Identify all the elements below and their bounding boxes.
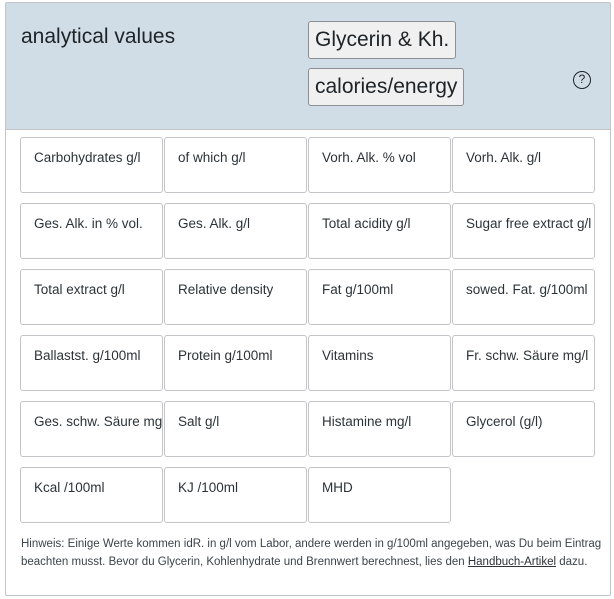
vorh-alk-percent-field[interactable]: Vorh. Alk. % vol	[308, 137, 451, 193]
fat-field[interactable]: Fat g/100ml	[308, 269, 451, 325]
protein-field[interactable]: Protein g/100ml	[164, 335, 307, 391]
total-extract-field[interactable]: Total extract g/l	[20, 269, 163, 325]
carbohydrates-field[interactable]: Carbohydrates g/l	[20, 137, 163, 193]
vitamins-field[interactable]: Vitamins	[308, 335, 451, 391]
relative-density-field[interactable]: Relative density	[164, 269, 307, 325]
vorh-alk-gl-field[interactable]: Vorh. Alk. g/l	[452, 137, 595, 193]
hint-note: Hinweis: Einige Werte kommen idR. in g/l…	[21, 535, 603, 571]
total-sulfurous-acid-field[interactable]: Ges. schw. Säure mg/l	[20, 401, 163, 457]
glycerin-button[interactable]: Glycerin & Kh.	[308, 21, 457, 59]
mhd-field[interactable]: MHD	[308, 467, 451, 523]
help-icon[interactable]: ?	[573, 71, 591, 89]
sugar-free-extract-field[interactable]: Sugar free extract g/l	[452, 203, 595, 259]
ges-alk-percent-field[interactable]: Ges. Alk. in % vol.	[20, 203, 163, 259]
ballaststoffe-field[interactable]: Ballastst. g/100ml	[20, 335, 163, 391]
salt-field[interactable]: Salt g/l	[164, 401, 307, 457]
free-sulfurous-acid-field[interactable]: Fr. schw. Säure mg/l	[452, 335, 595, 391]
glycerol-field[interactable]: Glycerol (g/l)	[452, 401, 595, 457]
hint-suffix: dazu.	[556, 556, 588, 568]
analytical-values-panel: analytical values Glycerin & Kh. calorie…	[5, 2, 611, 596]
ges-alk-gl-field[interactable]: Ges. Alk. g/l	[164, 203, 307, 259]
panel-title: analytical values	[21, 25, 176, 48]
saturated-fat-field[interactable]: sowed. Fat. g/100ml	[452, 269, 595, 325]
of-which-field[interactable]: of which g/l	[164, 137, 307, 193]
kj-field[interactable]: KJ /100ml	[164, 467, 307, 523]
calories-energy-button[interactable]: calories/energy	[308, 68, 465, 106]
panel-header: analytical values Glycerin & Kh. calorie…	[6, 3, 610, 130]
total-acidity-field[interactable]: Total acidity g/l	[308, 203, 451, 259]
kcal-field[interactable]: Kcal /100ml	[20, 467, 163, 523]
histamine-field[interactable]: Histamine mg/l	[308, 401, 451, 457]
manual-article-link[interactable]: Handbuch-Artikel	[468, 556, 556, 568]
